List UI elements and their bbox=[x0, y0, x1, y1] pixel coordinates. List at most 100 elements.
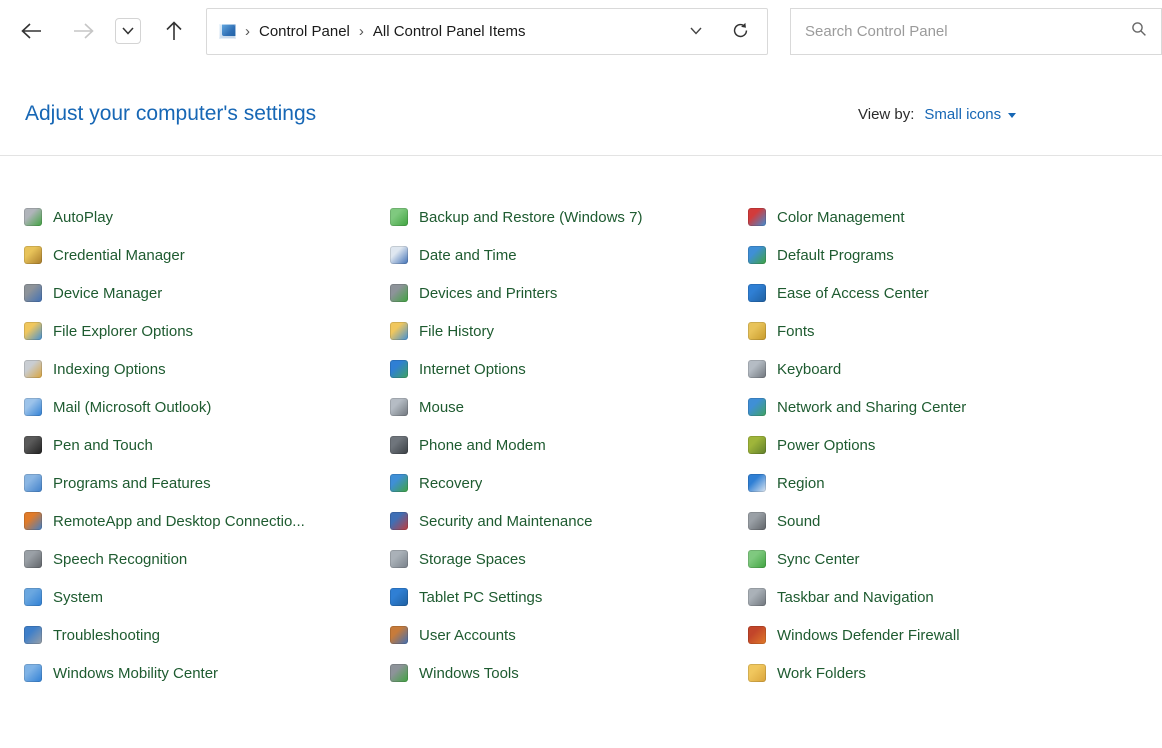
remoteapp-and-desktop-connections-icon bbox=[24, 512, 42, 530]
control-panel-item[interactable]: Indexing Options bbox=[24, 350, 390, 388]
credential-manager-icon bbox=[24, 246, 42, 264]
control-panel-item[interactable]: Taskbar and Navigation bbox=[748, 578, 1144, 616]
search-input[interactable] bbox=[805, 23, 1131, 40]
control-panel-item[interactable]: Device Manager bbox=[24, 274, 390, 312]
troubleshooting-icon bbox=[24, 626, 42, 644]
chevron-down-icon bbox=[689, 24, 703, 39]
control-panel-icon bbox=[219, 24, 236, 39]
control-panel-item[interactable]: Security and Maintenance bbox=[390, 502, 748, 540]
chevron-down-icon bbox=[121, 24, 135, 39]
control-panel-item[interactable]: Storage Spaces bbox=[390, 540, 748, 578]
caret-down-icon bbox=[1008, 113, 1016, 118]
control-panel-item[interactable]: Speech Recognition bbox=[24, 540, 390, 578]
control-panel-item[interactable]: Windows Defender Firewall bbox=[748, 616, 1144, 654]
control-panel-item[interactable]: Recovery bbox=[390, 464, 748, 502]
control-panel-item-label: File History bbox=[419, 323, 494, 340]
pen-and-touch-icon bbox=[24, 436, 42, 454]
control-panel-item[interactable]: Mail (Microsoft Outlook) bbox=[24, 388, 390, 426]
view-by-dropdown[interactable]: Small icons bbox=[924, 106, 1016, 123]
control-panel-item-label: Devices and Printers bbox=[419, 285, 557, 302]
control-panel-item[interactable]: User Accounts bbox=[390, 616, 748, 654]
security-and-maintenance-icon bbox=[390, 512, 408, 530]
breadcrumb-control-panel[interactable]: Control Panel bbox=[259, 23, 350, 40]
date-and-time-icon bbox=[390, 246, 408, 264]
control-panel-item[interactable]: AutoPlay bbox=[24, 198, 390, 236]
control-panel-item[interactable]: Sound bbox=[748, 502, 1144, 540]
control-panel-item[interactable]: File History bbox=[390, 312, 748, 350]
control-panel-item[interactable]: Programs and Features bbox=[24, 464, 390, 502]
fonts-icon bbox=[748, 322, 766, 340]
control-panel-item-label: Recovery bbox=[419, 475, 482, 492]
recent-locations-button[interactable] bbox=[115, 18, 141, 44]
search-box bbox=[790, 8, 1162, 55]
control-panel-item[interactable]: Credential Manager bbox=[24, 236, 390, 274]
control-panel-item-label: Credential Manager bbox=[53, 247, 185, 264]
view-by-value: Small icons bbox=[924, 106, 1001, 123]
recovery-icon bbox=[390, 474, 408, 492]
back-button[interactable] bbox=[17, 18, 45, 46]
control-panel-item[interactable]: RemoteApp and Desktop Connectio... bbox=[24, 502, 390, 540]
sound-icon bbox=[748, 512, 766, 530]
control-panel-item[interactable]: Internet Options bbox=[390, 350, 748, 388]
control-panel-item[interactable]: Troubleshooting bbox=[24, 616, 390, 654]
control-panel-grid: AutoPlay Credential Manager Device Manager… bbox=[24, 198, 1144, 692]
control-panel-item[interactable]: Pen and Touch bbox=[24, 426, 390, 464]
control-panel-item[interactable]: Tablet PC Settings bbox=[390, 578, 748, 616]
mouse-icon bbox=[390, 398, 408, 416]
control-panel-item[interactable]: Backup and Restore (Windows 7) bbox=[390, 198, 748, 236]
address-dropdown-button[interactable] bbox=[681, 17, 711, 47]
control-panel-item[interactable]: Phone and Modem bbox=[390, 426, 748, 464]
control-panel-item[interactable]: Sync Center bbox=[748, 540, 1144, 578]
control-panel-item[interactable]: Default Programs bbox=[748, 236, 1144, 274]
control-panel-item[interactable]: Windows Tools bbox=[390, 654, 748, 692]
forward-button[interactable] bbox=[70, 18, 98, 46]
search-icon[interactable] bbox=[1131, 21, 1147, 42]
control-panel-item[interactable]: Network and Sharing Center bbox=[748, 388, 1144, 426]
control-panel-item-label: Taskbar and Navigation bbox=[777, 589, 934, 606]
breadcrumb-all-control-panel-items[interactable]: All Control Panel Items bbox=[373, 23, 526, 40]
control-panel-item[interactable]: Color Management bbox=[748, 198, 1144, 236]
control-panel-item[interactable]: File Explorer Options bbox=[24, 312, 390, 350]
control-panel-item-label: AutoPlay bbox=[53, 209, 113, 226]
control-panel-item[interactable]: Power Options bbox=[748, 426, 1144, 464]
device-manager-icon bbox=[24, 284, 42, 302]
items-column-3: Color Management Default Programs Ease of … bbox=[748, 198, 1144, 692]
control-panel-item-label: Mouse bbox=[419, 399, 464, 416]
color-management-icon bbox=[748, 208, 766, 226]
network-and-sharing-center-icon bbox=[748, 398, 766, 416]
user-accounts-icon bbox=[390, 626, 408, 644]
control-panel-item[interactable]: Mouse bbox=[390, 388, 748, 426]
control-panel-item-label: Troubleshooting bbox=[53, 627, 160, 644]
control-panel-item-label: Tablet PC Settings bbox=[419, 589, 542, 606]
control-panel-item[interactable]: Date and Time bbox=[390, 236, 748, 274]
header-divider bbox=[0, 155, 1162, 156]
storage-spaces-icon bbox=[390, 550, 408, 568]
control-panel-item-label: Ease of Access Center bbox=[777, 285, 929, 302]
refresh-icon bbox=[732, 22, 749, 42]
control-panel-item-label: Color Management bbox=[777, 209, 905, 226]
control-panel-item-label: Internet Options bbox=[419, 361, 526, 378]
control-panel-item[interactable]: Keyboard bbox=[748, 350, 1144, 388]
control-panel-item-label: Windows Tools bbox=[419, 665, 519, 682]
items-column-1: AutoPlay Credential Manager Device Manager… bbox=[24, 198, 390, 692]
control-panel-item-label: Work Folders bbox=[777, 665, 866, 682]
control-panel-item[interactable]: Ease of Access Center bbox=[748, 274, 1144, 312]
control-panel-item[interactable]: Work Folders bbox=[748, 654, 1144, 692]
mail-icon bbox=[24, 398, 42, 416]
work-folders-icon bbox=[748, 664, 766, 682]
indexing-options-icon bbox=[24, 360, 42, 378]
control-panel-item-label: System bbox=[53, 589, 103, 606]
control-panel-item[interactable]: Fonts bbox=[748, 312, 1144, 350]
refresh-button[interactable] bbox=[725, 17, 755, 47]
control-panel-item-label: Sync Center bbox=[777, 551, 860, 568]
control-panel-item-label: Security and Maintenance bbox=[419, 513, 592, 530]
control-panel-item[interactable]: Region bbox=[748, 464, 1144, 502]
control-panel-item[interactable]: Devices and Printers bbox=[390, 274, 748, 312]
backup-and-restore-icon bbox=[390, 208, 408, 226]
control-panel-item-label: Storage Spaces bbox=[419, 551, 526, 568]
control-panel-item[interactable]: Windows Mobility Center bbox=[24, 654, 390, 692]
up-button[interactable] bbox=[160, 18, 188, 46]
control-panel-item[interactable]: System bbox=[24, 578, 390, 616]
region-icon bbox=[748, 474, 766, 492]
taskbar-and-navigation-icon bbox=[748, 588, 766, 606]
